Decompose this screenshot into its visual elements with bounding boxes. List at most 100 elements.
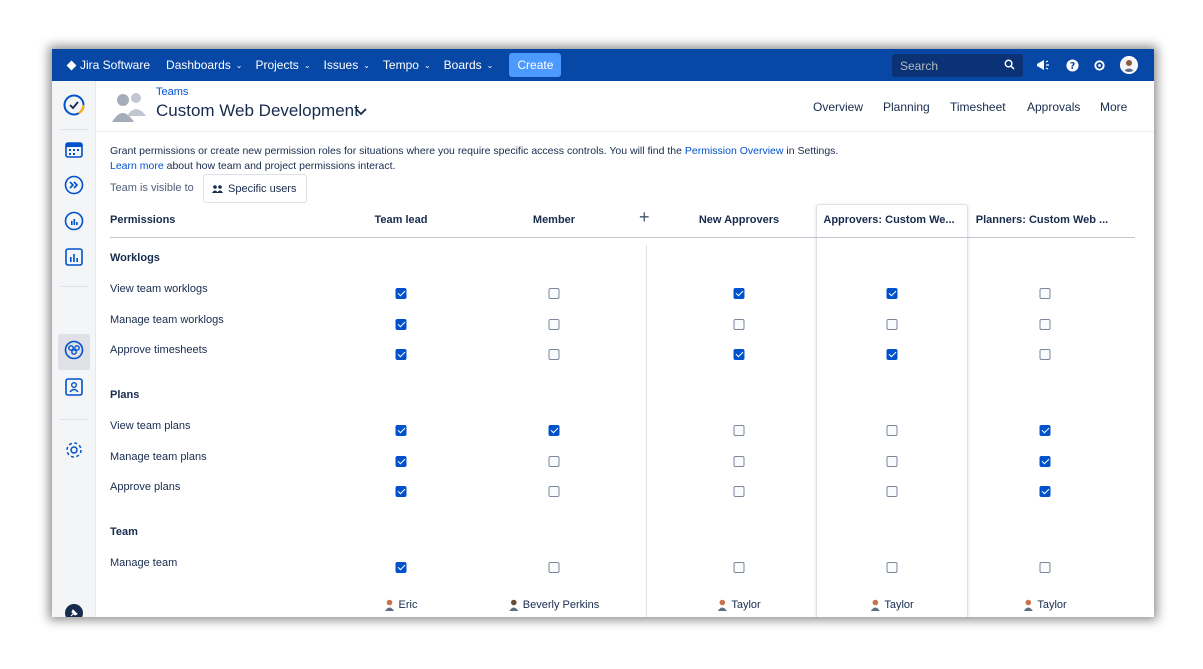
permission-checkbox[interactable]: [1039, 486, 1051, 497]
nav-boards-label: Boards: [443, 58, 482, 72]
permission-checkbox[interactable]: [395, 486, 407, 497]
teams-icon[interactable]: [63, 339, 85, 361]
permission-checkbox[interactable]: [548, 288, 560, 299]
search-icon: [1004, 59, 1015, 70]
search-input[interactable]: Search: [892, 54, 1023, 77]
permission-checkbox[interactable]: [886, 349, 898, 360]
permission-checkbox[interactable]: [1039, 288, 1051, 299]
permission-checkbox[interactable]: [1039, 425, 1051, 436]
chart-icon[interactable]: [63, 246, 85, 268]
chevron-down-icon: ⌄: [235, 60, 243, 70]
profile-avatar[interactable]: [1120, 56, 1138, 74]
permission-checkbox[interactable]: [886, 288, 898, 299]
permission-checkbox[interactable]: [733, 288, 745, 299]
column-header-team-lead[interactable]: Team lead: [375, 214, 428, 226]
tab-planning[interactable]: Planning: [883, 100, 930, 114]
breadcrumb-teams[interactable]: Teams: [156, 86, 188, 98]
permission-checkbox[interactable]: [886, 318, 898, 330]
column-header-approvers[interactable]: Approvers: Custom We...: [823, 214, 954, 226]
column-header-new-approvers[interactable]: New Approvers: [699, 214, 779, 226]
permission-label-manage-team-plans: Manage team plans: [110, 450, 207, 463]
permission-checkbox[interactable]: [886, 486, 898, 497]
permission-checkbox[interactable]: [733, 425, 745, 436]
highlighted-column: [816, 204, 968, 617]
person-icon: [385, 599, 395, 611]
chevron-down-icon: ⌄: [423, 60, 431, 70]
permission-checkbox[interactable]: [1039, 318, 1051, 330]
permission-checkbox[interactable]: [733, 349, 745, 360]
pin-icon[interactable]: [63, 602, 85, 617]
brand-label: Jira Software: [80, 58, 151, 72]
tab-overview[interactable]: Overview: [813, 100, 863, 114]
permission-label-approve-plans: Approve plans: [110, 481, 181, 493]
nav-dashboards-label: Dashboards: [166, 58, 231, 72]
permission-checkbox[interactable]: [1039, 562, 1051, 573]
tab-more[interactable]: More: [1100, 100, 1127, 114]
permission-checkbox[interactable]: [733, 455, 745, 467]
assignee[interactable]: Taylor: [1023, 599, 1067, 611]
permission-checkbox[interactable]: [733, 318, 745, 330]
chevron-down-icon[interactable]: [355, 107, 367, 117]
permission-checkbox[interactable]: [395, 288, 407, 299]
users-icon: [212, 184, 223, 193]
nav-tempo[interactable]: Tempo ⌄: [383, 58, 431, 72]
forward-icon[interactable]: [63, 174, 85, 196]
person-icon: [1023, 599, 1033, 611]
create-button[interactable]: Create: [509, 53, 562, 77]
assignee[interactable]: Beverly Perkins: [509, 599, 599, 611]
permission-checkbox[interactable]: [1039, 455, 1051, 467]
tab-approvals[interactable]: Approvals: [1027, 100, 1080, 114]
section-title-worklogs: Worklogs: [110, 252, 160, 264]
help-icon[interactable]: ?: [1064, 57, 1080, 73]
permission-checkbox[interactable]: [548, 318, 560, 330]
permission-checkbox[interactable]: [548, 425, 560, 436]
nav-projects[interactable]: Projects ⌄: [255, 58, 310, 72]
nav-issues[interactable]: Issues ⌄: [324, 58, 370, 72]
column-header-planners[interactable]: Planners: Custom Web ...: [976, 214, 1108, 226]
person-icon: [509, 599, 519, 611]
person-icon: [717, 599, 727, 611]
column-header-member[interactable]: Member: [533, 214, 575, 226]
assignee[interactable]: Taylor: [717, 599, 761, 611]
sidebar: [52, 81, 96, 617]
assignee[interactable]: Eric: [385, 599, 417, 611]
permission-checkbox[interactable]: [548, 349, 560, 360]
permission-label-view-team-plans: View team plans: [110, 420, 191, 432]
permission-overview-link[interactable]: Permission Overview: [685, 145, 784, 157]
permission-checkbox[interactable]: [886, 562, 898, 573]
nav-boards[interactable]: Boards ⌄: [444, 58, 494, 72]
tempo-logo-icon[interactable]: [63, 94, 85, 116]
settings-gear-icon[interactable]: [63, 439, 85, 461]
permission-checkbox[interactable]: [733, 486, 745, 497]
tab-timesheet[interactable]: Timesheet: [950, 100, 1006, 114]
permission-label-approve-timesheets: Approve timesheets: [110, 344, 208, 356]
permission-checkbox[interactable]: [1039, 349, 1051, 360]
page-title[interactable]: Custom Web Development: [156, 101, 359, 121]
learn-more-link[interactable]: Learn more: [110, 160, 164, 172]
account-icon[interactable]: [63, 376, 85, 398]
permission-checkbox[interactable]: [395, 349, 407, 360]
calendar-icon[interactable]: [63, 138, 85, 160]
jira-logo[interactable]: Jira Software: [66, 58, 151, 72]
permission-checkbox[interactable]: [395, 562, 407, 573]
permission-checkbox[interactable]: [886, 425, 898, 436]
assignee[interactable]: Taylor: [870, 599, 914, 611]
permission-label-view-team-worklogs: View team worklogs: [110, 283, 208, 295]
notifications-icon[interactable]: [1035, 57, 1051, 73]
add-role-icon[interactable]: +: [639, 207, 650, 227]
section-title-plans: Plans: [110, 389, 140, 401]
permission-checkbox[interactable]: [733, 562, 745, 573]
team-avatar-icon: [110, 90, 148, 122]
settings-icon[interactable]: [1091, 57, 1107, 73]
reports-gauge-icon[interactable]: [63, 210, 85, 232]
nav-dashboards[interactable]: Dashboards ⌄: [166, 58, 242, 72]
permission-checkbox[interactable]: [548, 562, 560, 573]
top-navigation: Jira Software Dashboards ⌄ Projects ⌄ Issu…: [52, 49, 1154, 81]
permission-checkbox[interactable]: [395, 425, 407, 436]
permission-checkbox[interactable]: [548, 455, 560, 467]
permission-checkbox[interactable]: [886, 455, 898, 467]
specific-users-button[interactable]: Specific users: [203, 174, 307, 203]
permission-checkbox[interactable]: [395, 318, 407, 330]
permission-checkbox[interactable]: [395, 455, 407, 467]
permission-checkbox[interactable]: [548, 486, 560, 497]
